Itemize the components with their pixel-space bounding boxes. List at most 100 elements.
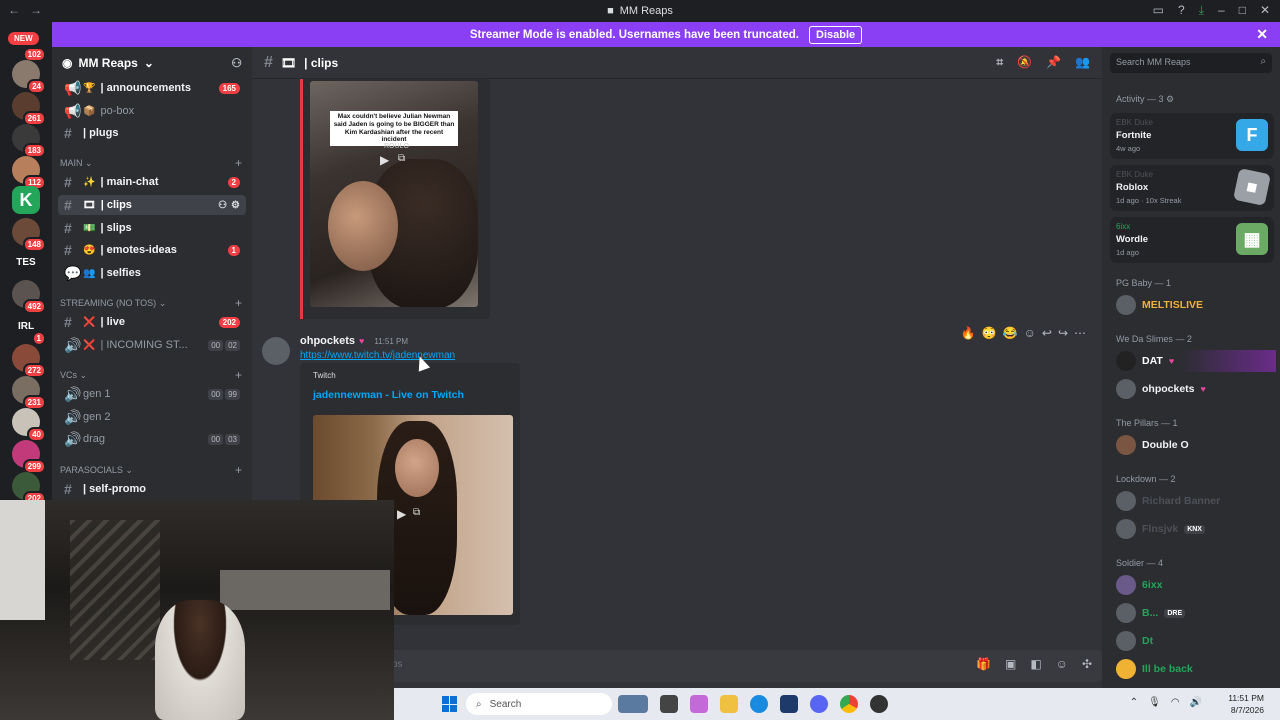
server-icon-irl[interactable]: IRL 1: [12, 312, 46, 346]
channel-gen-2[interactable]: 🔊 gen 2: [58, 407, 246, 427]
search-input[interactable]: Search MM Reaps ⌕: [1110, 53, 1272, 73]
member-item[interactable]: ohpockets ♥: [1116, 378, 1276, 400]
member-item[interactable]: Dt: [1116, 630, 1276, 652]
add-channel-icon[interactable]: +: [235, 296, 242, 310]
server-icon[interactable]: 148: [12, 218, 46, 252]
category-streaming[interactable]: STREAMING (NO TOS) ⌄ +: [60, 295, 248, 311]
server-icon[interactable]: 183: [12, 124, 46, 158]
member-item[interactable]: MELTISLIVE: [1116, 294, 1276, 316]
member-list-icon[interactable]: 👥: [1075, 55, 1090, 70]
discord-taskbar-icon[interactable]: [810, 695, 828, 713]
taskbar-search[interactable]: ⌕ Search: [466, 693, 612, 715]
volume-icon[interactable]: 🔊: [1190, 697, 1202, 708]
category-parasocials[interactable]: PARASOCIALS ⌄ +: [60, 462, 248, 478]
channel-incoming-st[interactable]: 🔊 ❌ | INCOMING ST... 00 02: [58, 335, 246, 355]
add-channel-icon[interactable]: +: [235, 463, 242, 477]
add-channel-icon[interactable]: +: [235, 368, 242, 382]
maximize-icon[interactable]: □: [1239, 3, 1246, 18]
sticker-icon[interactable]: ◧: [1030, 657, 1041, 671]
gift-icon[interactable]: 🎁: [976, 657, 991, 671]
minimize-icon[interactable]: –: [1218, 3, 1225, 18]
server-icon-tes[interactable]: TES: [12, 248, 40, 276]
mic-icon[interactable]: 🎙: [1148, 697, 1161, 708]
pin-icon[interactable]: 📌: [1046, 55, 1061, 70]
avatar[interactable]: [262, 337, 290, 365]
flushed-reaction-icon[interactable]: 😳: [982, 326, 997, 340]
chrome-icon[interactable]: [840, 695, 858, 713]
apps-icon[interactable]: ✣: [1082, 657, 1092, 671]
member-item[interactable]: Flnsjvk KNX: [1116, 518, 1276, 540]
channel-live[interactable]: # ❌ | live 202: [58, 312, 246, 332]
wifi-icon[interactable]: ◠: [1171, 697, 1180, 708]
server-icon[interactable]: 261: [12, 92, 46, 126]
server-icon[interactable]: 202: [12, 472, 46, 506]
forward-icon[interactable]: ↪: [1058, 326, 1068, 340]
close-window-icon[interactable]: ✕: [1260, 3, 1270, 18]
open-external-icon[interactable]: ⧉: [413, 507, 420, 518]
mute-bell-icon[interactable]: 🔕: [1017, 55, 1032, 70]
member-item[interactable]: Double O: [1116, 434, 1276, 456]
reply-icon[interactable]: ↩: [1042, 326, 1052, 340]
channel-clips[interactable]: # 🎞 | clips ⚇ ⚙: [58, 195, 246, 215]
forward-arrow-icon[interactable]: →: [30, 3, 42, 17]
server-icon[interactable]: 112: [12, 156, 46, 190]
server-icon[interactable]: 299: [12, 440, 46, 474]
server-icon[interactable]: 231: [12, 376, 46, 410]
activity-card[interactable]: EBK Duke Fortnite 4w ago F: [1110, 113, 1274, 159]
taskbar-clock[interactable]: 11:51 PM 8/7/2026: [1228, 692, 1264, 716]
server-header[interactable]: ◉ MM Reaps ⌄ ⚇: [52, 47, 252, 79]
store-icon[interactable]: [780, 695, 798, 713]
channel-selfies[interactable]: 💬 👥 | selfies: [58, 263, 246, 283]
channel-po-box[interactable]: 📢 📦 po-box: [58, 101, 246, 121]
file-explorer-icon[interactable]: [720, 695, 738, 713]
fire-reaction-icon[interactable]: 🔥: [961, 326, 976, 340]
activity-card[interactable]: 6ixx Wordle 1d ago ▦: [1110, 217, 1274, 263]
activity-card[interactable]: EBK Duke Roblox 1d ago · 10x Streak ■: [1110, 165, 1274, 211]
author-name[interactable]: ohpockets: [300, 335, 355, 347]
category-vcs[interactable]: VCs ⌄ +: [60, 367, 248, 383]
disable-button[interactable]: Disable: [809, 25, 863, 44]
gear-icon[interactable]: ⚙: [231, 200, 240, 211]
task-view-icon[interactable]: [660, 695, 678, 713]
member-item[interactable]: 6ixx: [1116, 574, 1276, 596]
copilot-icon[interactable]: [690, 695, 708, 713]
laugh-reaction-icon[interactable]: 😂: [1003, 326, 1018, 340]
channel-slips[interactable]: # 💵 | slips: [58, 218, 246, 238]
inbox-icon[interactable]: ▭: [1153, 3, 1164, 18]
play-icon[interactable]: ▶: [397, 507, 406, 521]
member-item[interactable]: DAT ♥: [1116, 350, 1276, 372]
channel-drag[interactable]: 🔊 drag 00 03: [58, 429, 246, 449]
channel-main-chat[interactable]: # ✨ | main-chat 2: [58, 172, 246, 192]
server-icon[interactable]: 492: [12, 280, 46, 314]
threads-icon[interactable]: ⌗: [996, 55, 1003, 70]
back-arrow-icon[interactable]: ←: [8, 3, 20, 17]
gif-icon[interactable]: ▣: [1005, 657, 1016, 671]
edge-icon[interactable]: [750, 695, 768, 713]
member-item[interactable]: Richard Banner: [1116, 490, 1276, 512]
clip-video[interactable]: Max couldn't believe Julian Newman said …: [310, 81, 478, 307]
channel-plugs[interactable]: # | plugs: [58, 123, 246, 143]
close-banner-icon[interactable]: ✕: [1256, 26, 1268, 43]
help-icon[interactable]: ?: [1178, 3, 1185, 18]
chevron-up-icon[interactable]: ⌃: [1130, 697, 1138, 708]
emoji-icon[interactable]: ☺: [1056, 657, 1068, 671]
channel-emotes-ideas[interactable]: # 😍 | emotes-ideas 1: [58, 240, 246, 260]
play-icon[interactable]: ▶: [380, 153, 389, 167]
add-channel-icon[interactable]: +: [235, 156, 242, 170]
member-item[interactable]: B... DRE: [1116, 602, 1276, 624]
download-icon[interactable]: ⤓: [1199, 3, 1204, 18]
invite-icon[interactable]: ⚇: [218, 200, 227, 211]
server-icon[interactable]: 40: [12, 408, 46, 442]
channel-self-promo[interactable]: # | self-promo: [58, 479, 246, 499]
server-icon-k[interactable]: K: [12, 186, 40, 214]
channel-gen-1[interactable]: 🔊 gen 1 00 99: [58, 384, 246, 404]
gear-icon[interactable]: ⚙: [1166, 94, 1174, 104]
server-icon[interactable]: 24: [12, 60, 46, 94]
add-reaction-icon[interactable]: ☺: [1024, 326, 1036, 340]
member-item[interactable]: Ill be back: [1116, 658, 1276, 680]
embed-title[interactable]: jadennewman - Live on Twitch: [313, 389, 510, 401]
obs-icon[interactable]: [870, 695, 888, 713]
channel-announcements[interactable]: 📢 🏆 | announcements 165: [58, 78, 246, 98]
windows-start-icon[interactable]: [442, 696, 458, 712]
server-icon[interactable]: 272: [12, 344, 46, 378]
